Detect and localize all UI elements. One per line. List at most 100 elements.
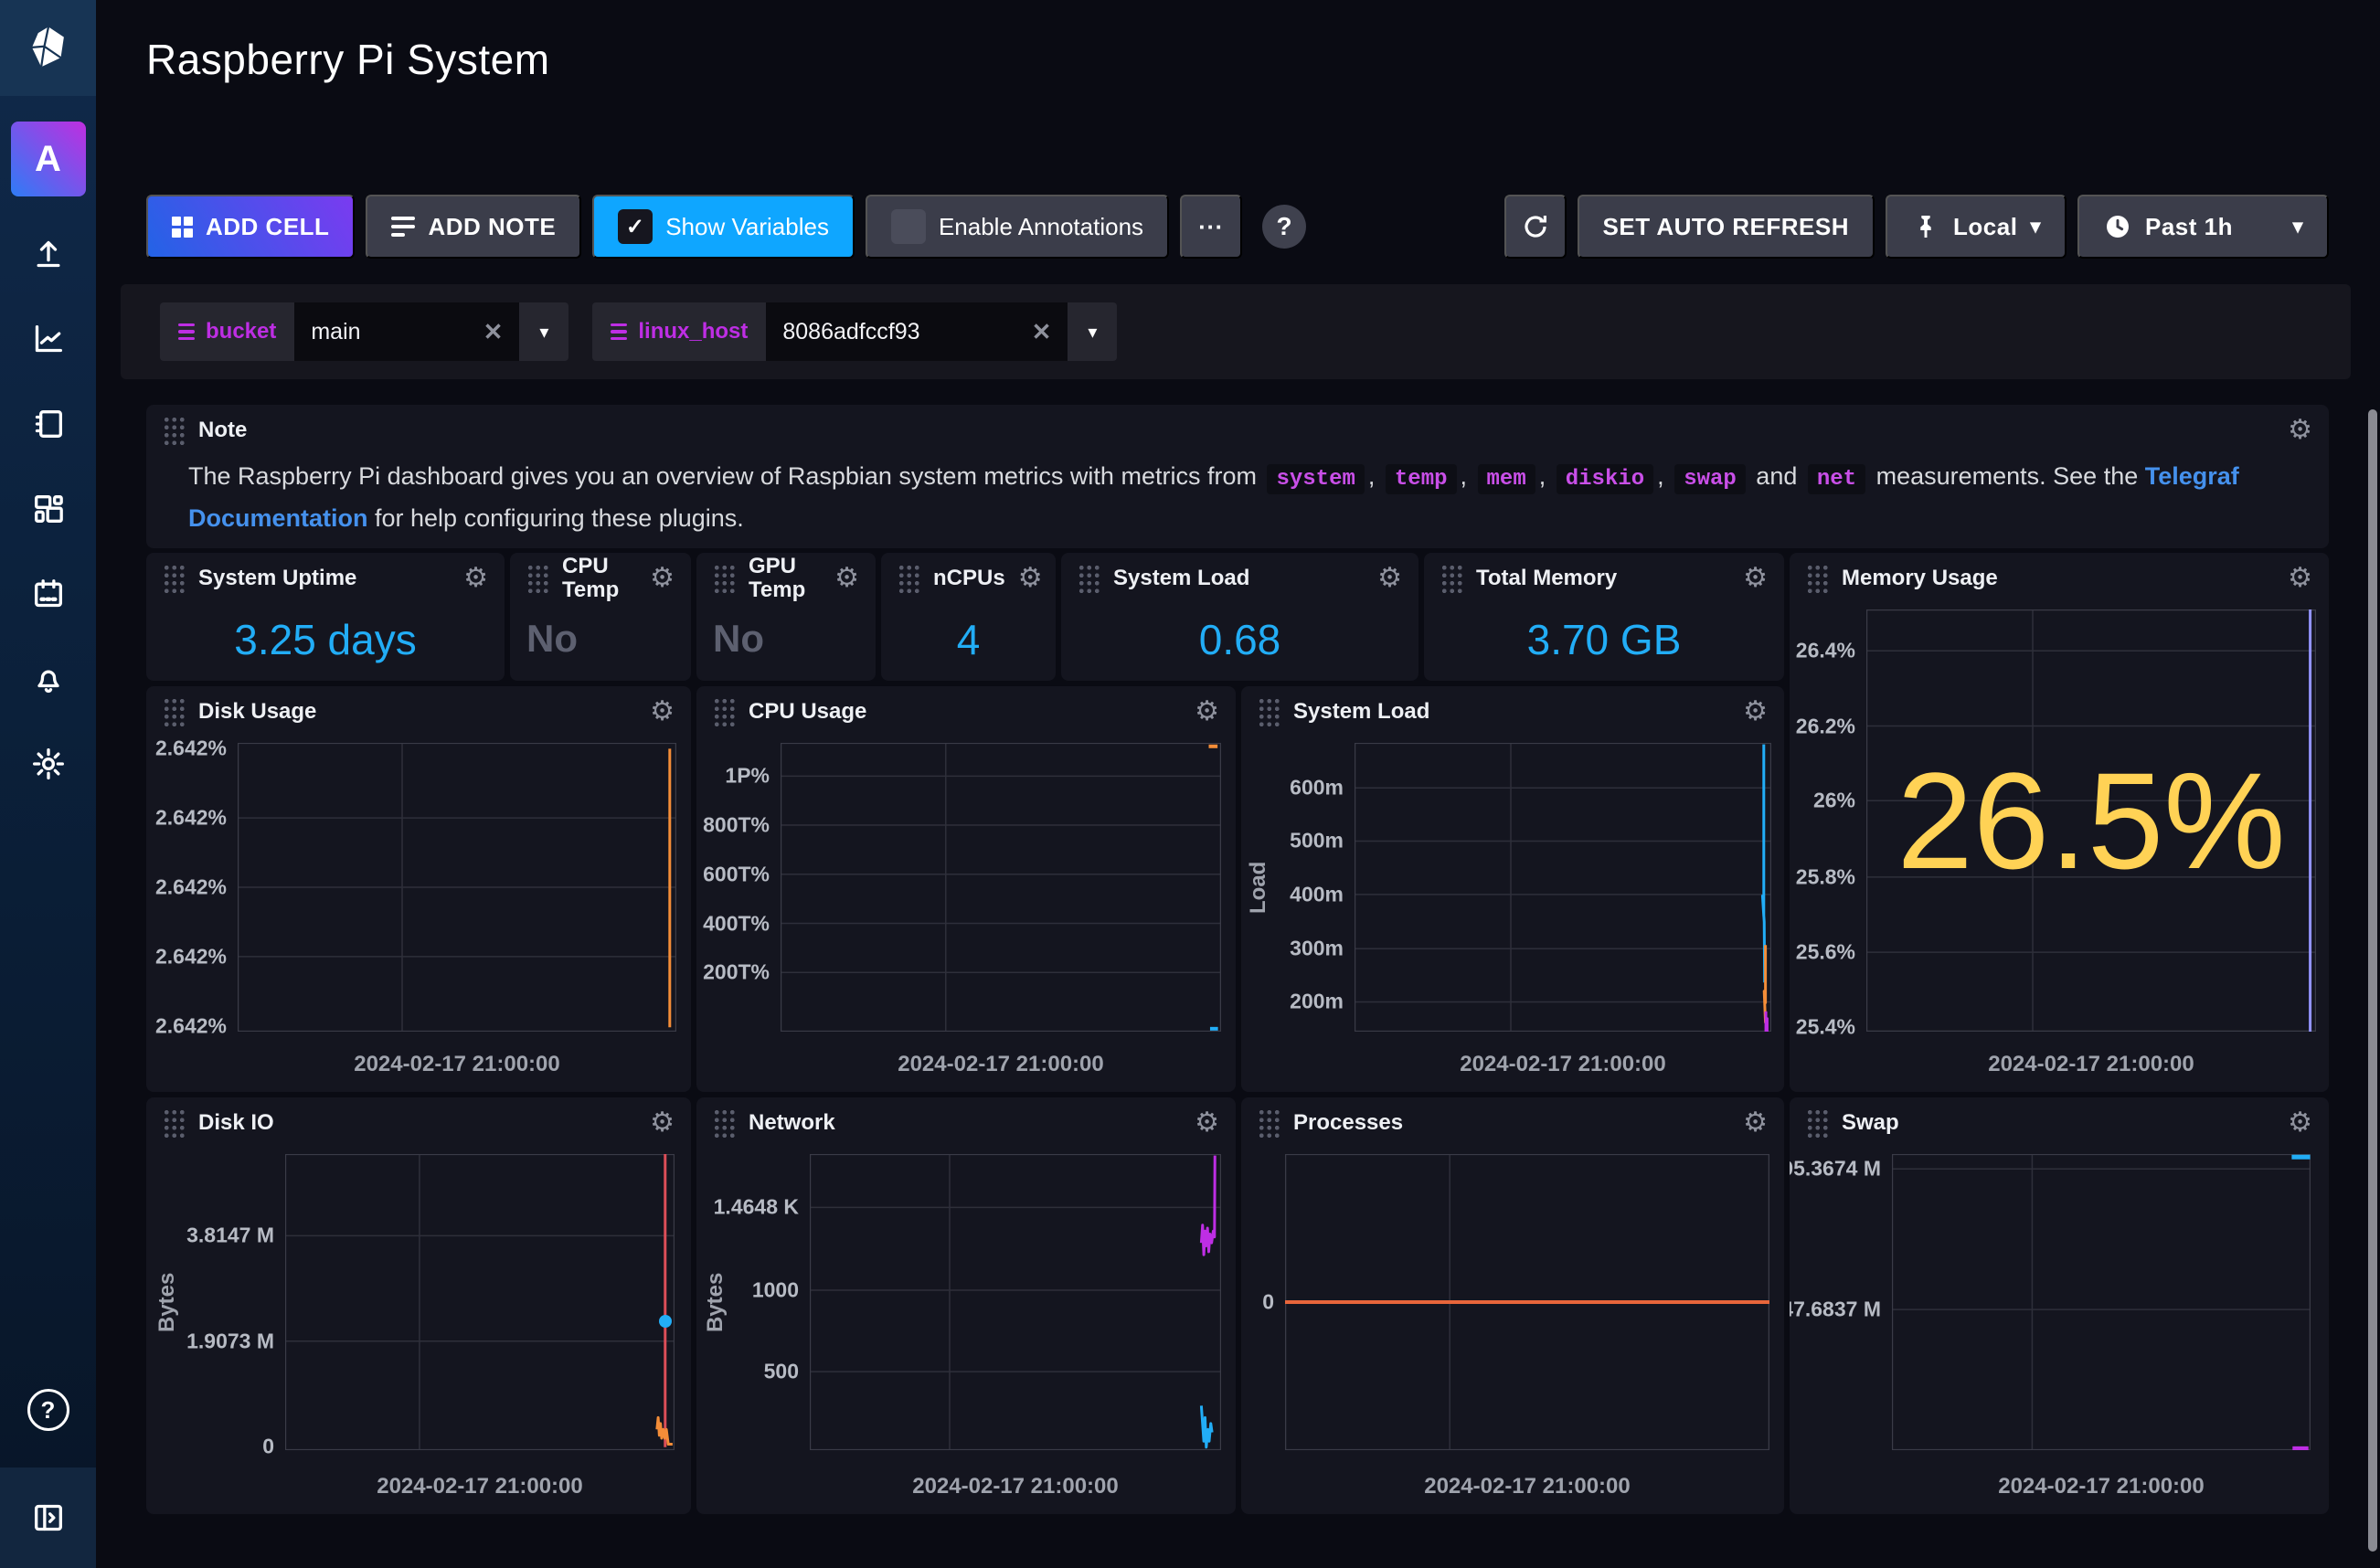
cell-title: System Load <box>1293 700 1429 724</box>
gear-icon[interactable]: ⚙ <box>1195 1109 1219 1137</box>
gear-icon[interactable]: ⚙ <box>650 698 675 726</box>
chevron-down-icon: ▾ <box>2030 215 2041 238</box>
cell-title: Swap <box>1842 1111 1899 1135</box>
tasks-icon[interactable] <box>29 575 68 613</box>
refresh-button[interactable] <box>1504 195 1567 259</box>
chart-memory-usage: 26.4%26.2%26%25.8%25.6%25.4% 26.5% 2024-… <box>1790 553 2329 1092</box>
upload-icon[interactable] <box>29 235 68 273</box>
y-axis-tick-label: 25.8% <box>1796 864 1855 889</box>
add-note-button[interactable]: ADD NOTE <box>366 195 581 259</box>
vertical-scrollbar[interactable] <box>2368 409 2377 1552</box>
drag-handle-icon[interactable] <box>713 697 736 727</box>
variable-linux-host-input[interactable]: 8086adfccf93 ✕ <box>766 302 1068 361</box>
variable-icon <box>611 323 627 341</box>
note-text-run: The Raspberry Pi dashboard gives you an … <box>188 462 1263 490</box>
drag-handle-icon[interactable] <box>1258 697 1280 727</box>
drag-handle-icon[interactable] <box>1258 1108 1280 1139</box>
gear-icon[interactable]: ⚙ <box>650 565 675 592</box>
y-axis-tick-label: 2.642% <box>155 944 227 969</box>
avatar[interactable]: A <box>11 122 86 196</box>
add-cell-button[interactable]: ADD CELL <box>146 195 355 259</box>
settings-icon[interactable] <box>29 745 68 783</box>
x-axis-label: 2024-02-17 21:00:00 <box>810 1474 1221 1499</box>
drag-handle-icon[interactable] <box>1440 564 1463 594</box>
y-axis-tick-label: 1000 <box>752 1278 799 1303</box>
checkbox-unchecked-icon[interactable] <box>891 209 926 244</box>
drag-handle-icon[interactable] <box>526 564 549 594</box>
gear-icon[interactable]: ⚙ <box>1195 698 1219 726</box>
gear-icon[interactable]: ⚙ <box>1743 565 1768 592</box>
gear-icon[interactable]: ⚙ <box>650 1109 675 1137</box>
y-axis-tick-label: 47.6837 M <box>1790 1298 1881 1322</box>
variable-bucket-input[interactable]: main ✕ <box>294 302 519 361</box>
influxdb-logo-icon <box>24 24 73 73</box>
time-range-dropdown[interactable]: Past 1h ▾ <box>2077 195 2329 259</box>
influxdb-logo[interactable] <box>0 0 96 96</box>
variable-icon <box>178 323 195 341</box>
y-axis-tick-label: 26% <box>1813 789 1855 813</box>
data-point-dot <box>659 1315 672 1328</box>
avatar-letter: A <box>35 139 61 180</box>
cell-note: Note ⚙ The Raspberry Pi dashboard gives … <box>146 405 2329 548</box>
notebooks-icon[interactable] <box>29 405 68 443</box>
x-axis-label: 2024-02-17 21:00:00 <box>1892 1474 2311 1499</box>
x-axis-label: 2024-02-17 21:00:00 <box>781 1052 1221 1077</box>
drag-handle-icon[interactable] <box>163 1108 186 1139</box>
drag-handle-icon[interactable] <box>713 1108 736 1139</box>
variable-linux-host-dropdown[interactable]: linux_host <box>592 302 766 361</box>
page-title[interactable]: Raspberry Pi System <box>146 35 550 84</box>
note-text-run: , <box>1461 462 1474 490</box>
chart-disk-usage: 2.642%2.642%2.642%2.642%2.642% 2024-02-1… <box>146 686 691 1092</box>
variable-name: linux_host <box>638 319 748 344</box>
checkbox-checked-icon[interactable]: ✓ <box>618 209 653 244</box>
chart-system-load: Load 600m500m400m300m200m 2024-02-17 21:… <box>1241 686 1784 1092</box>
gear-icon[interactable]: ⚙ <box>1377 565 1402 592</box>
expand-sidebar-icon[interactable] <box>0 1467 96 1568</box>
more-options-button[interactable]: ··· <box>1180 195 1242 259</box>
gear-icon[interactable]: ⚙ <box>463 565 488 592</box>
y-axis-tick-label: 200m <box>1290 990 1344 1014</box>
cell-memory-usage: Memory Usage ⚙ 26.4%26.2%26%25.8%25.6%25… <box>1790 553 2329 1092</box>
chevron-down-icon[interactable]: ▾ <box>1068 302 1117 361</box>
gear-icon[interactable]: ⚙ <box>2288 1109 2312 1137</box>
x-axis-label: 2024-02-17 21:00:00 <box>285 1474 675 1499</box>
variable-bucket-dropdown[interactable]: bucket <box>160 302 294 361</box>
y-axis-tick-label: 0 <box>1262 1290 1274 1315</box>
drag-handle-icon[interactable] <box>163 416 186 446</box>
set-auto-refresh-button[interactable]: SET AUTO REFRESH <box>1578 195 1875 259</box>
drag-handle-icon[interactable] <box>1078 564 1100 594</box>
help-badge[interactable]: ? <box>1262 205 1306 249</box>
drag-handle-icon[interactable] <box>163 564 186 594</box>
show-variables-toggle[interactable]: ✓ Show Variables <box>592 195 855 259</box>
help-icon[interactable]: ? <box>27 1389 69 1431</box>
clear-icon[interactable]: ✕ <box>483 318 504 346</box>
timezone-dropdown[interactable]: Local ▾ <box>1886 195 2067 259</box>
data-explorer-icon[interactable] <box>29 320 68 358</box>
dashboards-icon[interactable] <box>29 490 68 528</box>
gear-icon[interactable]: ⚙ <box>1018 565 1043 592</box>
variable-name: bucket <box>206 319 276 344</box>
enable-annotations-toggle[interactable]: Enable Annotations <box>866 195 1169 259</box>
gear-icon[interactable]: ⚙ <box>834 565 859 592</box>
cell-disk-io: Disk IO ⚙ Bytes 3.8147 M1.9073 M0 2024-0… <box>146 1097 691 1514</box>
drag-handle-icon[interactable] <box>1806 1108 1829 1139</box>
clear-icon[interactable]: ✕ <box>1032 318 1052 346</box>
drag-handle-icon[interactable] <box>898 564 920 594</box>
note-code-chip: system <box>1267 464 1364 494</box>
gear-icon[interactable]: ⚙ <box>1743 698 1768 726</box>
chevron-down-icon[interactable]: ▾ <box>519 302 568 361</box>
toolbar-left: ADD CELL ADD NOTE ✓ Show Variables Enabl… <box>146 195 1306 259</box>
chevron-down-icon: ▾ <box>2292 215 2303 238</box>
y-axis-tick-label: 1.9073 M <box>186 1329 274 1353</box>
y-axis-tick-label: 500 <box>764 1360 799 1384</box>
gear-icon[interactable]: ⚙ <box>2288 565 2312 592</box>
y-axis-tick-label: 400m <box>1290 882 1344 906</box>
gear-icon[interactable]: ⚙ <box>1743 1109 1768 1137</box>
gear-icon[interactable]: ⚙ <box>2288 417 2312 444</box>
drag-handle-icon[interactable] <box>713 564 736 594</box>
drag-handle-icon[interactable] <box>1806 564 1829 594</box>
alerts-icon[interactable] <box>29 660 68 698</box>
add-cell-icon <box>172 217 193 238</box>
y-axis-tick-label: 800T% <box>703 813 770 838</box>
drag-handle-icon[interactable] <box>163 697 186 727</box>
